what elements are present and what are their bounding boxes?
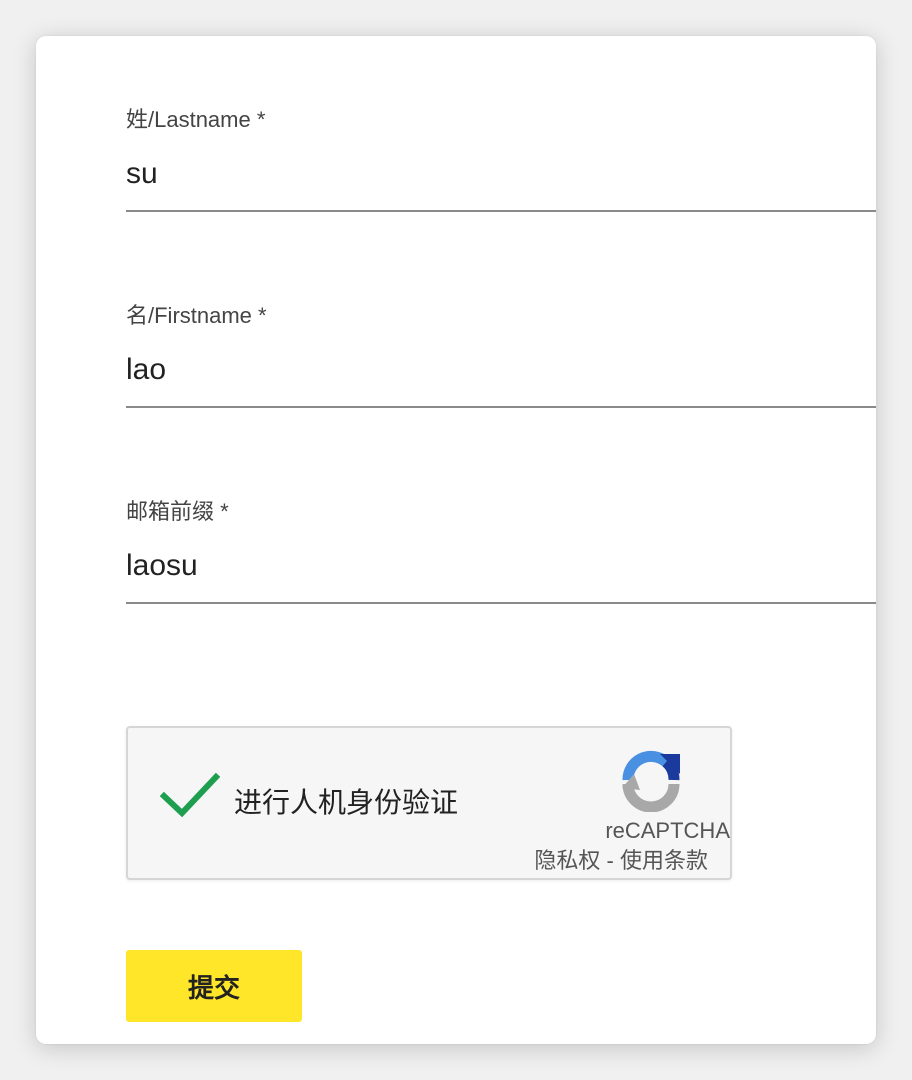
recaptcha-logo-icon [620, 750, 682, 813]
firstname-underline [126, 406, 876, 408]
lastname-field: 姓/Lastname * [126, 106, 876, 212]
form-card: 姓/Lastname * 名/Firstname * 邮箱前缀 * 进行人机身份… [36, 36, 876, 1044]
privacy-link[interactable]: 隐私权 [534, 848, 600, 873]
captcha-links: 隐私权 - 使用条款 [534, 848, 708, 874]
firstname-label: 名/Firstname * [126, 303, 267, 328]
captcha-text: 进行人机身份验证 [234, 787, 459, 818]
terms-link[interactable]: 使用条款 [620, 848, 708, 873]
checkmark-icon[interactable] [159, 772, 221, 820]
email-prefix-label: 邮箱前缀 * [126, 499, 229, 524]
firstname-field: 名/Firstname * [126, 302, 876, 408]
lastname-label: 姓/Lastname * [126, 107, 266, 132]
email-prefix-underline [126, 602, 876, 604]
submit-button[interactable]: 提交 [126, 950, 302, 1022]
lastname-input[interactable] [126, 156, 876, 192]
link-separator: - [600, 848, 620, 873]
email-prefix-field: 邮箱前缀 * [126, 498, 876, 604]
lastname-underline [126, 210, 876, 212]
recaptcha-widget: 进行人机身份验证 reCAPTCHA 隐私权 - 使用条款 [126, 726, 732, 880]
firstname-input[interactable] [126, 352, 876, 388]
email-prefix-input[interactable] [126, 548, 876, 584]
recaptcha-brand: reCAPTCHA [605, 818, 730, 843]
